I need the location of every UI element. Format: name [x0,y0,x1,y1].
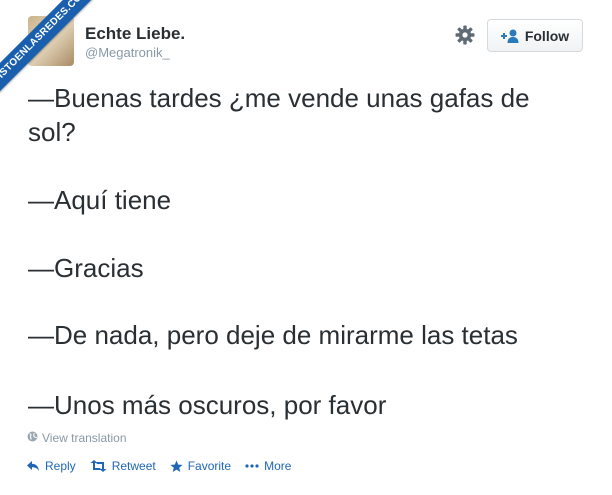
watermark-ribbon: VISTOENLASREDES.COM [0,0,110,110]
follow-label: Follow [524,27,570,44]
reply-button[interactable]: Reply [26,459,76,473]
globe-icon [27,431,38,445]
more-dots-icon [245,464,259,468]
view-translation-label: View translation [42,431,127,445]
retweet-button[interactable]: Retweet [90,459,156,473]
favorite-label: Favorite [187,459,232,473]
tweet-line: sol? [28,117,76,147]
tweet-line: —De nada, pero deje de mirarme las tetas [28,320,518,350]
tweet-card: VISTOENLASREDES.COM Echte Liebe. @Megatr… [0,0,612,495]
tweet-line: —Unos más oscuros, por favor [28,390,387,420]
follow-button[interactable]: Follow [487,19,583,52]
tweet-line: —Gracias [28,253,144,283]
tweet-actions: Reply Retweet Favorite More [26,459,305,473]
more-label: More [264,459,292,473]
favorite-button[interactable]: Favorite [170,459,231,473]
reply-icon [26,460,40,472]
retweet-label: Retweet [111,459,156,473]
more-button[interactable]: More [245,459,291,473]
add-user-icon [500,29,519,43]
tweet-line: —Aquí tiene [28,185,172,215]
watermark-text: VISTOENLASREDES.COM [0,0,109,104]
retweet-icon [90,460,107,472]
reply-label: Reply [45,459,76,473]
view-translation-link[interactable]: View translation [27,431,127,445]
gear-icon[interactable] [453,23,477,47]
star-icon [170,460,183,473]
